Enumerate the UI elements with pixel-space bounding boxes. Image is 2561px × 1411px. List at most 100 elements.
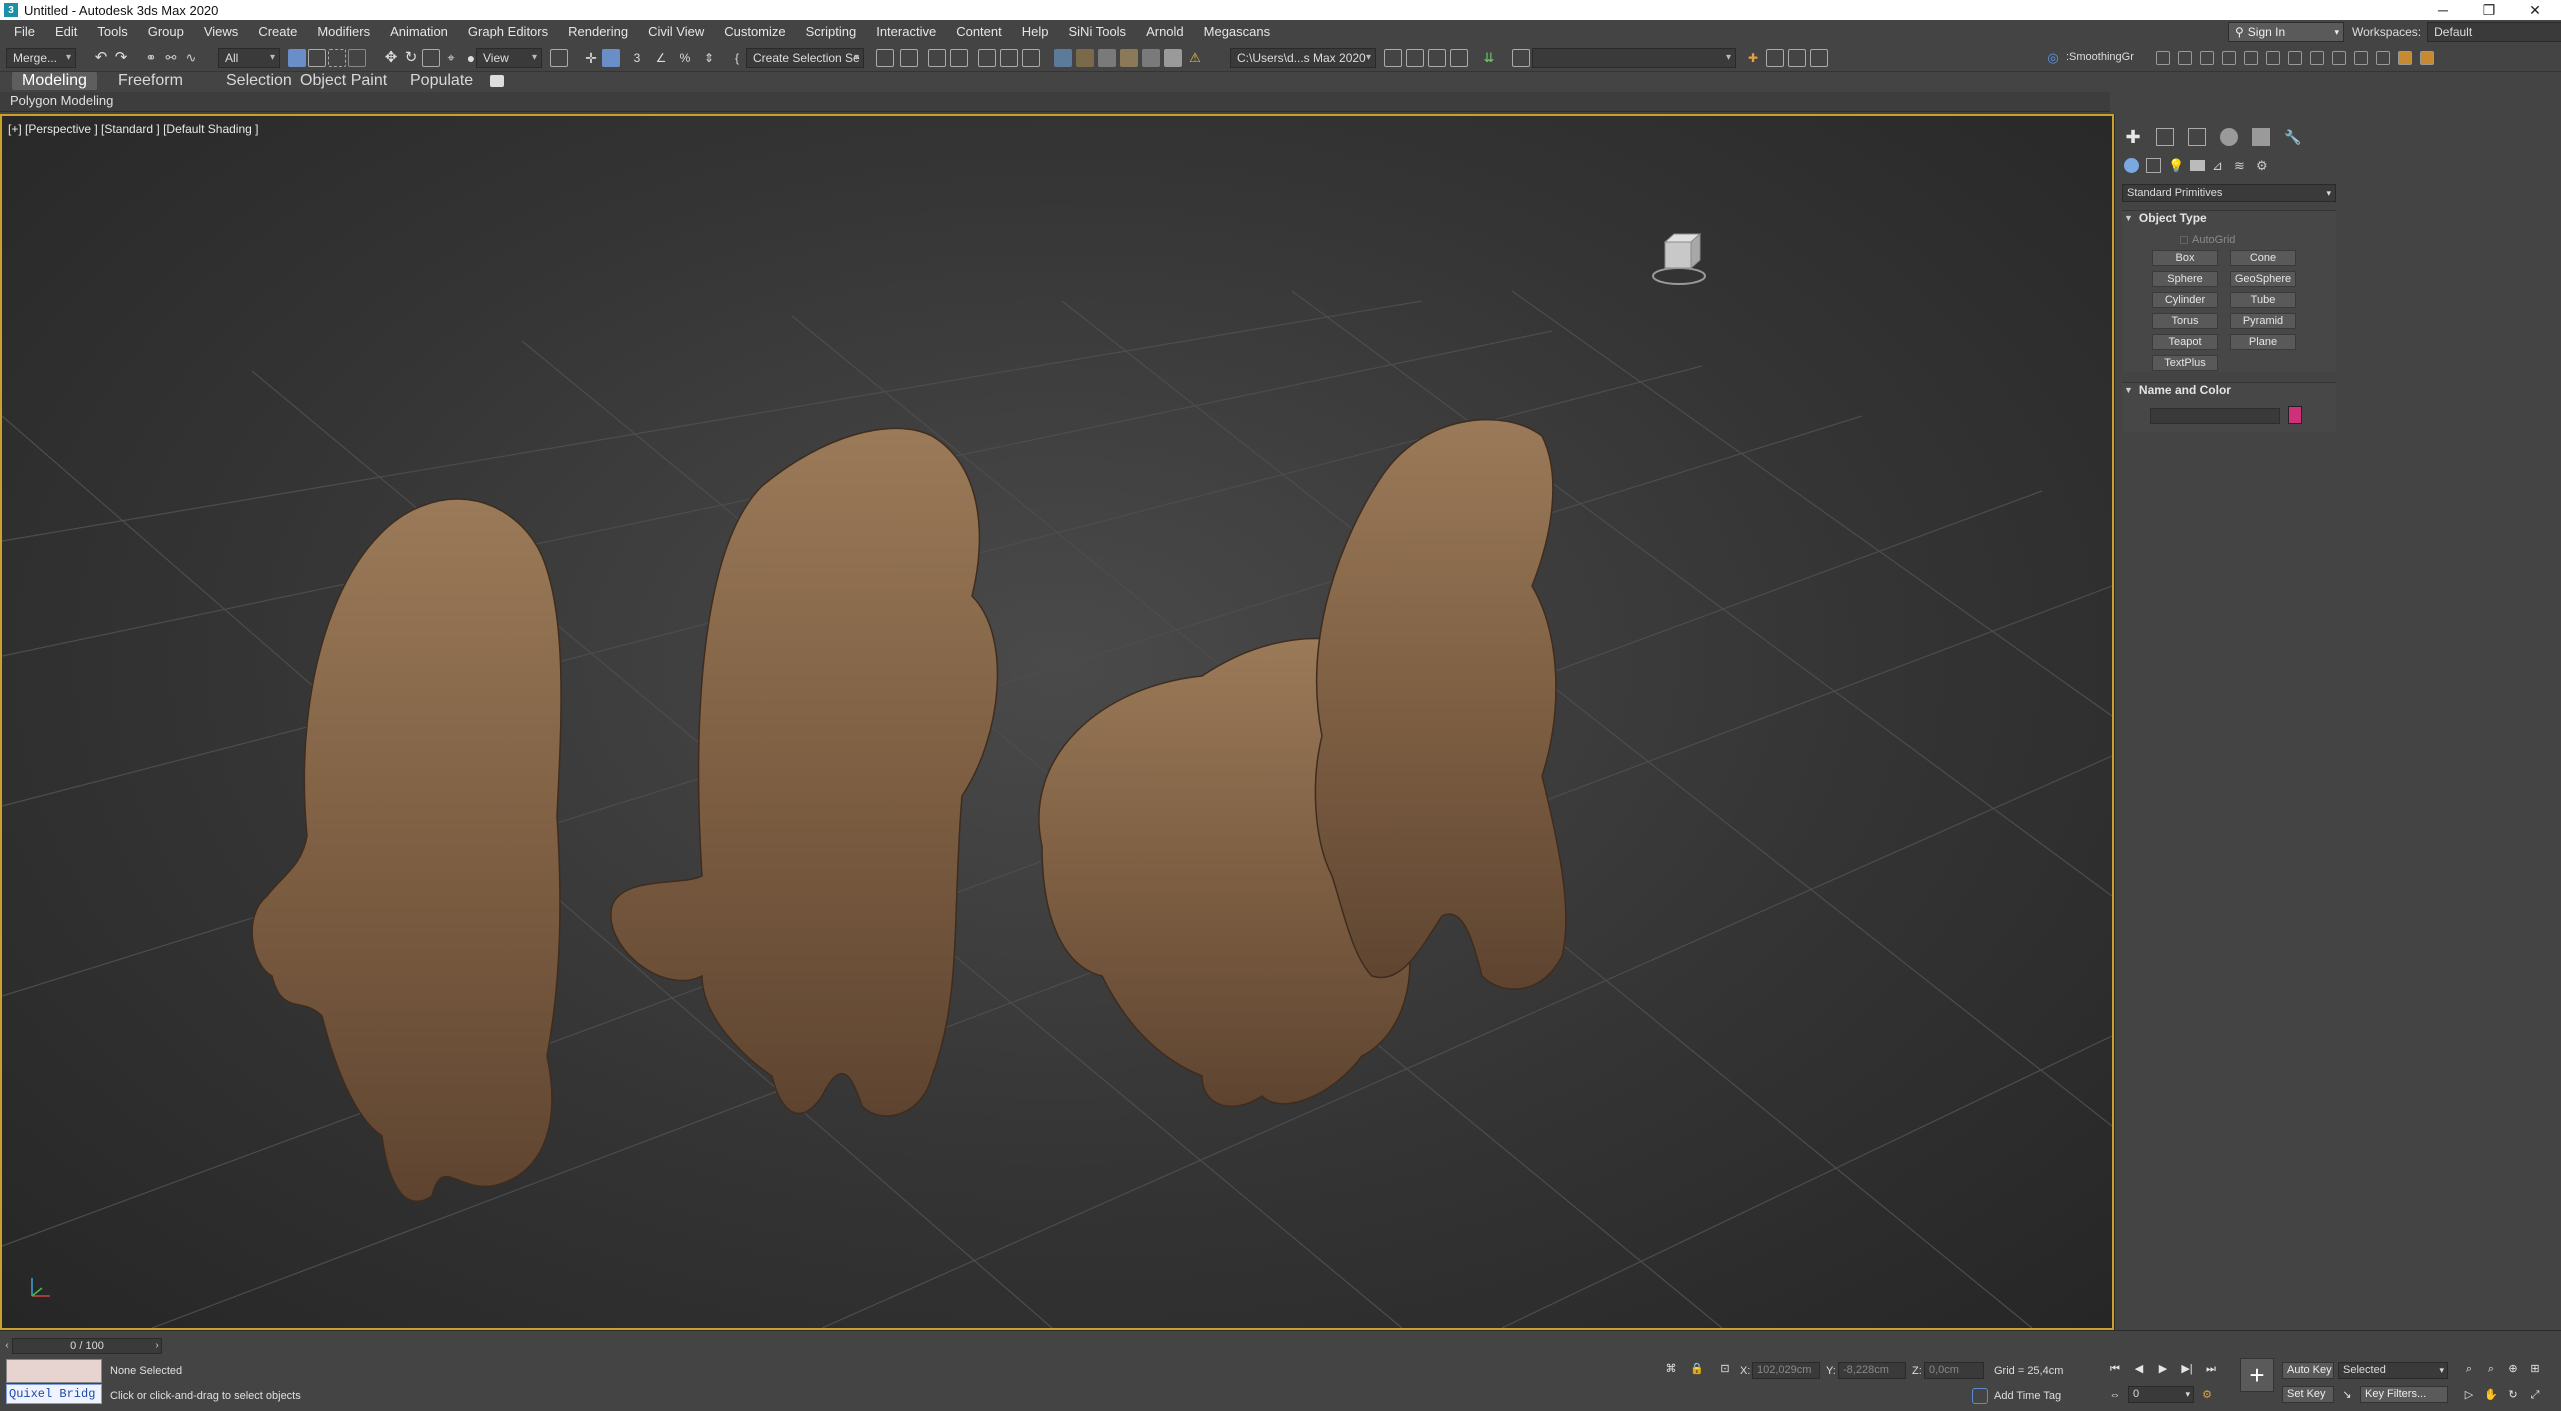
menu-interactive[interactable]: Interactive (866, 20, 946, 44)
edit-named-selection-icon[interactable]: { (728, 49, 746, 67)
rendered-frame-window-icon[interactable] (1098, 49, 1116, 67)
set-key-button[interactable]: Set Key (2282, 1386, 2334, 1403)
material-editor-icon[interactable] (1054, 49, 1072, 67)
menu-rendering[interactable]: Rendering (558, 20, 638, 44)
percent-snap-icon[interactable]: % (676, 49, 694, 67)
ribbon-tab-populate[interactable]: Populate (400, 72, 483, 90)
menu-views[interactable]: Views (194, 20, 248, 44)
x-coord-field[interactable]: 102,029cm (1752, 1362, 1820, 1379)
placement-icon[interactable]: ⌖ (442, 49, 460, 67)
merge-button[interactable]: Merge... (6, 48, 76, 68)
pin-icon[interactable]: ✚ (1744, 49, 1762, 67)
field-of-view-icon[interactable]: ▷ (2462, 1388, 2476, 1402)
create-pyramid-button[interactable]: Pyramid (2230, 313, 2296, 329)
chevron-double-down-icon[interactable]: ⇊ (1480, 49, 1498, 67)
project-folder-dropdown[interactable]: C:\Users\d...s Max 2020 (1230, 48, 1376, 68)
layer-explorer-icon[interactable] (950, 49, 968, 67)
time-tag-icon[interactable] (1972, 1388, 1988, 1404)
create-textplus-button[interactable]: TextPlus (2152, 355, 2218, 371)
restore-button[interactable]: ❐ (2466, 0, 2512, 20)
time-slider[interactable]: 0 / 100 (12, 1338, 162, 1354)
create-geosphere-button[interactable]: GeoSphere (2230, 271, 2296, 287)
key-mode-icon[interactable]: ⇔ (2108, 1388, 2122, 1402)
menu-customize[interactable]: Customize (714, 20, 795, 44)
scale-icon[interactable] (422, 49, 440, 67)
zoom-extents-all-icon[interactable]: ⊞ (2528, 1362, 2542, 1376)
menu-graph-editors[interactable]: Graph Editors (458, 20, 558, 44)
helpers-icon[interactable]: ⊿ (2212, 158, 2230, 176)
menu-modifiers[interactable]: Modifiers (307, 20, 380, 44)
save-file-icon[interactable] (1406, 49, 1424, 67)
create-tube-button[interactable]: Tube (2230, 292, 2296, 308)
create-cone-button[interactable]: Cone (2230, 250, 2296, 266)
window-crossing-icon[interactable] (348, 49, 366, 67)
mirror-icon[interactable] (876, 49, 894, 67)
light-bulb-icon[interactable] (2156, 51, 2170, 65)
command-dropdown[interactable] (1532, 48, 1736, 68)
viewport-icon[interactable] (2332, 51, 2346, 65)
zoom-extents-icon[interactable]: ⊕ (2506, 1362, 2520, 1376)
tool-b-icon[interactable] (1788, 49, 1806, 67)
selection-region-icon[interactable] (328, 49, 346, 67)
palette-icon[interactable] (2420, 51, 2434, 65)
toggle-ribbon-icon[interactable] (978, 49, 996, 67)
named-selection-dropdown[interactable]: Create Selection Se (746, 48, 864, 68)
next-frame-icon[interactable]: ▶| (2180, 1362, 2194, 1376)
cameras-icon[interactable] (2190, 160, 2205, 171)
absolute-mode-icon[interactable]: ⊡ (1718, 1362, 1732, 1376)
close-button[interactable]: ✕ (2512, 0, 2558, 20)
y-coord-field[interactable]: -8,228cm (1838, 1362, 1906, 1379)
create-plane-button[interactable]: Plane (2230, 334, 2296, 350)
render-production-icon[interactable] (1120, 49, 1138, 67)
select-by-name-icon[interactable] (308, 49, 326, 67)
go-to-end-icon[interactable]: ⏭ (2204, 1362, 2218, 1376)
geometry-icon[interactable] (2124, 158, 2139, 173)
grid-icon[interactable] (2178, 51, 2192, 65)
create-sphere-button[interactable]: Sphere (2152, 271, 2218, 287)
camera-icon[interactable] (2222, 51, 2236, 65)
menu-edit[interactable]: Edit (45, 20, 87, 44)
create-torus-button[interactable]: Torus (2152, 313, 2218, 329)
spinner-snap-icon[interactable]: ⇕ (700, 49, 718, 67)
frame-icon[interactable] (2310, 51, 2324, 65)
viewport-scene[interactable] (2, 116, 2112, 1328)
snapshot-icon[interactable] (2200, 51, 2214, 65)
key-mode-dropdown[interactable]: Selected (2338, 1362, 2448, 1379)
link-icon[interactable]: ⚭ (142, 49, 160, 67)
ribbon-tab-object-paint[interactable]: Object Paint (290, 72, 397, 90)
clipboard-icon[interactable] (1512, 49, 1530, 67)
active-shade-icon[interactable] (1164, 49, 1182, 67)
target-icon[interactable] (2266, 51, 2280, 65)
polygon-modeling-label[interactable]: Polygon Modeling (10, 93, 113, 108)
object-color-swatch[interactable] (2288, 406, 2302, 424)
sign-in-button[interactable]: ⚲ Sign In ▾ (2228, 22, 2344, 42)
menu-tools[interactable]: Tools (87, 20, 137, 44)
menu-content[interactable]: Content (946, 20, 1012, 44)
menu-animation[interactable]: Animation (380, 20, 458, 44)
chat-icon[interactable] (2398, 51, 2412, 65)
keyboard-shortcut-override-icon[interactable] (602, 49, 620, 67)
tool-c-icon[interactable] (1810, 49, 1828, 67)
motion-tab-icon[interactable] (2220, 128, 2238, 146)
move-icon[interactable]: ✥ (382, 49, 400, 67)
systems-icon[interactable]: ⚙ (2256, 158, 2274, 176)
rotate-icon[interactable]: ↻ (402, 49, 420, 67)
set-key-big-button[interactable]: + (2240, 1358, 2274, 1392)
object-category-dropdown[interactable]: Standard Primitives (2122, 184, 2336, 202)
ribbon-tab-freeform[interactable]: Freeform (108, 72, 193, 90)
scene-explorer-icon[interactable] (928, 49, 946, 67)
menu-scripting[interactable]: Scripting (796, 20, 867, 44)
menu-file[interactable]: File (0, 20, 45, 44)
menu-arnold[interactable]: Arnold (1136, 20, 1194, 44)
angle-snap-icon[interactable]: ∠ (652, 49, 670, 67)
hierarchy-tab-icon[interactable] (2188, 128, 2206, 146)
autogrid-checkbox[interactable]: AutoGrid (2180, 234, 2235, 246)
layers-icon[interactable] (2288, 51, 2302, 65)
warning-icon[interactable]: ⚠ (1186, 49, 1204, 67)
lights-icon[interactable]: 💡 (2168, 158, 2186, 176)
reference-coordinate-dropdown[interactable]: View (476, 48, 542, 68)
tool-a-icon[interactable] (1766, 49, 1784, 67)
create-teapot-button[interactable]: Teapot (2152, 334, 2218, 350)
perspective-viewport[interactable]: [+] [Perspective ] [Standard ] [Default … (0, 114, 2114, 1330)
pivot-center-icon[interactable] (550, 49, 568, 67)
